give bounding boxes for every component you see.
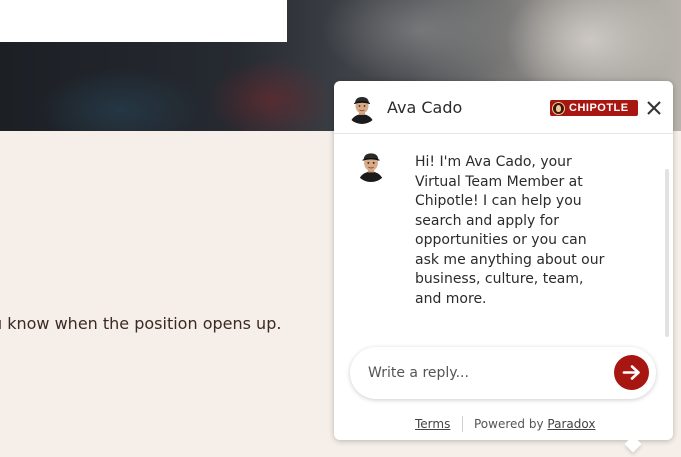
- chipotle-seal-icon: [552, 101, 565, 115]
- terms-link[interactable]: Terms: [415, 417, 450, 431]
- reply-input[interactable]: [368, 361, 598, 385]
- scrollbar[interactable]: [665, 169, 669, 337]
- chat-footer: Terms Powered by Paradox: [334, 415, 673, 433]
- close-button[interactable]: [643, 97, 665, 119]
- close-icon: [647, 101, 661, 115]
- bot-message: Hi! I'm Ava Cado, your Virtual Team Memb…: [415, 154, 605, 307]
- powered-by: Powered by Paradox: [474, 417, 595, 431]
- avatar: [346, 92, 378, 124]
- page-body-text: u know when the position opens up.: [0, 314, 282, 333]
- chat-widget: Ava Cado CHIPOTLE Hi! I'm Ava Cado, your…: [334, 81, 673, 440]
- chipotle-logo: CHIPOTLE: [550, 100, 638, 116]
- footer-divider: [462, 416, 463, 432]
- message-avatar: [354, 148, 388, 182]
- agent-name: Ava Cado: [387, 98, 463, 117]
- paradox-link[interactable]: Paradox: [547, 417, 595, 431]
- powered-by-label: Powered by: [474, 417, 544, 431]
- send-button[interactable]: [614, 355, 649, 390]
- reply-box: [350, 347, 656, 399]
- arrow-right-icon: [622, 365, 640, 380]
- chat-header: Ava Cado CHIPOTLE: [334, 81, 673, 134]
- brand-label: CHIPOTLE: [569, 102, 629, 114]
- hero-card: [0, 0, 287, 42]
